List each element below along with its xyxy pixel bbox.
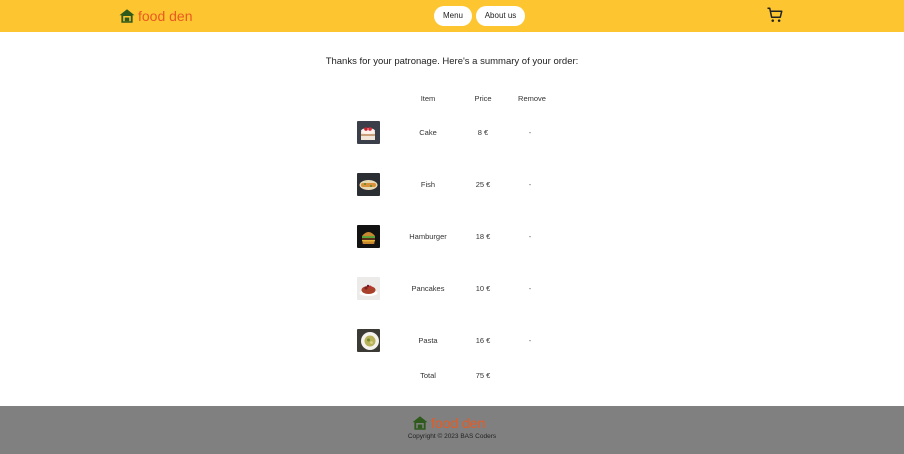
remove-button[interactable]: - bbox=[512, 329, 548, 353]
copyright-text: Copyright © 2023 BAS Coders bbox=[407, 433, 497, 440]
cake-image bbox=[357, 121, 380, 144]
header-logo[interactable]: food den bbox=[118, 6, 193, 26]
item-price: 10 € bbox=[475, 284, 491, 293]
item-name: Hamburger bbox=[409, 232, 447, 241]
site-header: food den Menu About us bbox=[0, 0, 904, 32]
nav-menu-button[interactable]: Menu bbox=[434, 6, 472, 26]
remove-button[interactable]: - bbox=[512, 173, 548, 197]
remove-button[interactable]: - bbox=[512, 121, 548, 145]
item-price: 8 € bbox=[477, 128, 489, 137]
column-header-price: Price bbox=[474, 94, 492, 103]
item-price: 25 € bbox=[475, 180, 491, 189]
order-intro-text: Thanks for your patronage. Here's a summ… bbox=[325, 56, 579, 67]
total-label: Total bbox=[420, 371, 436, 380]
footer-brand-name: food den bbox=[431, 415, 486, 431]
pasta-image bbox=[357, 329, 380, 352]
item-name: Fish bbox=[420, 180, 436, 189]
order-row: Pasta 16 € - bbox=[0, 329, 904, 353]
fish-image bbox=[357, 173, 380, 196]
home-icon bbox=[119, 9, 135, 23]
pancakes-image bbox=[357, 277, 380, 300]
column-header-remove: Remove bbox=[518, 94, 546, 103]
item-price: 18 € bbox=[475, 232, 491, 241]
remove-button[interactable]: - bbox=[512, 225, 548, 249]
order-row: Fish 25 € - bbox=[0, 173, 904, 197]
order-row: Pancakes 10 € - bbox=[0, 277, 904, 301]
brand-name: food den bbox=[138, 8, 193, 24]
footer-logo[interactable]: food den bbox=[411, 414, 486, 432]
hamburger-image bbox=[357, 225, 380, 248]
order-row: Hamburger 18 € - bbox=[0, 225, 904, 249]
item-name: Pasta bbox=[418, 336, 438, 345]
home-icon bbox=[412, 416, 428, 430]
nav-about-button[interactable]: About us bbox=[476, 6, 525, 26]
site-footer: food den Copyright © 2023 BAS Coders bbox=[0, 406, 904, 454]
item-name: Cake bbox=[419, 128, 437, 137]
item-name: Pancakes bbox=[411, 284, 445, 293]
column-header-item: Item bbox=[420, 94, 436, 103]
order-row: Cake 8 € - bbox=[0, 121, 904, 145]
remove-button[interactable]: - bbox=[512, 277, 548, 301]
cart-icon[interactable] bbox=[766, 6, 784, 24]
total-value: 75 € bbox=[475, 371, 491, 380]
item-price: 16 € bbox=[475, 336, 491, 345]
